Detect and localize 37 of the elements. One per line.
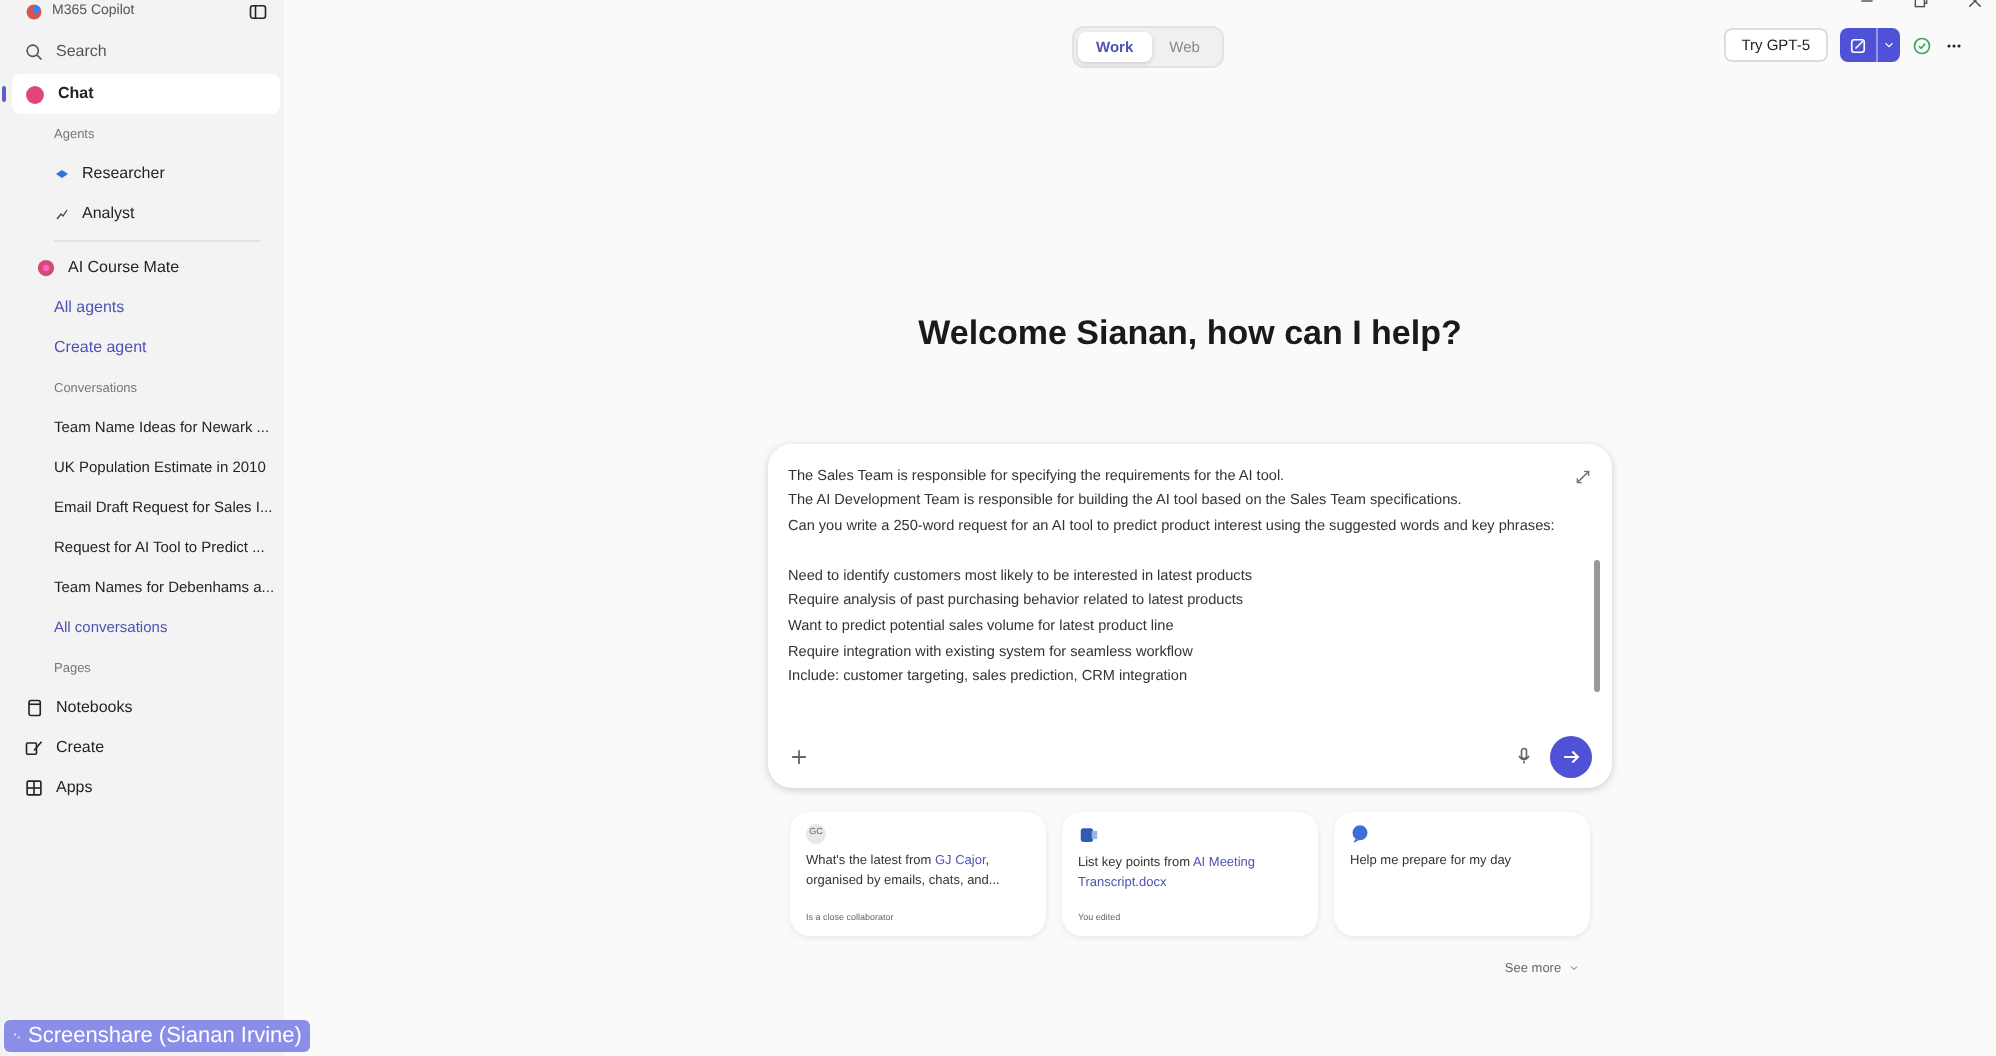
- page-nav-item[interactable]: Notebooks: [12, 688, 280, 728]
- agent-item[interactable]: AI Course Mate: [12, 248, 280, 288]
- search-icon: [24, 42, 44, 62]
- chevron-down-icon: [1567, 962, 1580, 975]
- agent-item[interactable]: Researcher: [12, 154, 280, 194]
- expand-icon[interactable]: [1574, 467, 1592, 485]
- edit-icon: [1848, 35, 1868, 55]
- welcome-heading: Welcome Sianan, how can I help?: [918, 312, 1462, 356]
- plus-icon[interactable]: [788, 745, 810, 767]
- send-button[interactable]: [1550, 735, 1592, 777]
- screenshare-badge: Screenshare (Sianan Irvine): [4, 1020, 310, 1052]
- apps-grid-icon: [24, 778, 44, 798]
- page-nav-item[interactable]: Create: [12, 728, 280, 768]
- create-icon: [24, 738, 44, 758]
- agent-item[interactable]: Analyst: [12, 194, 280, 234]
- document-icon: [1078, 823, 1100, 845]
- arrow-icon: [1560, 745, 1582, 767]
- chat-icon: [24, 83, 46, 105]
- caret-icon: [1882, 38, 1896, 52]
- create-agent-link[interactable]: Create agent: [12, 328, 280, 368]
- check-circle-icon[interactable]: [1912, 35, 1932, 55]
- agent-badge-icon: [36, 258, 56, 278]
- notebook-icon: [24, 698, 44, 718]
- search-button[interactable]: Search: [12, 32, 280, 72]
- microphone-icon[interactable]: [1514, 746, 1534, 766]
- diamond-icon: [54, 166, 70, 182]
- sidebar-toggle-icon[interactable]: [248, 2, 268, 22]
- new-chat-button[interactable]: [1840, 28, 1900, 62]
- prompt-box[interactable]: [768, 443, 1612, 787]
- selection-indicator: [2, 86, 6, 102]
- chat-nav-item[interactable]: Chat: [12, 74, 280, 114]
- chat-bubble-icon: [1350, 823, 1370, 843]
- app-logo-icon: [24, 2, 44, 22]
- all-agents-link[interactable]: All agents: [12, 288, 280, 328]
- line-chart-icon: [54, 206, 70, 222]
- page-nav-item[interactable]: Apps: [12, 768, 280, 808]
- scrollbar: [1594, 559, 1600, 691]
